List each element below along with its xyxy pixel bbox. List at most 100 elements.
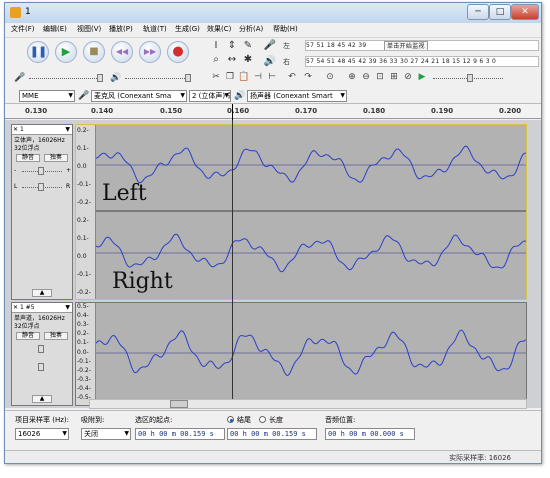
play-at-speed-icon[interactable]: ▶ xyxy=(415,70,429,84)
maximize-button[interactable]: □ xyxy=(489,4,511,20)
zoom-tool-icon[interactable]: ⌕ xyxy=(209,54,223,66)
track2-solo-button[interactable]: 独奏 xyxy=(44,332,68,340)
timeline-ruler[interactable]: 0.130 0.140 0.150 0.160 0.170 0.180 0.19… xyxy=(5,103,541,120)
fit-project-icon[interactable]: ⊞ xyxy=(387,70,401,84)
track1-solo-button[interactable]: 独奏 xyxy=(44,154,68,162)
fit-selection-icon[interactable]: ⊡ xyxy=(373,70,387,84)
audio-position-field[interactable]: 00 h 00 m 00.000 s xyxy=(325,428,415,440)
meter-scale-left: 57 51 18 45 42 39 xyxy=(306,42,367,49)
skip-to-end-button[interactable]: ▶▶ xyxy=(139,41,161,63)
record-meter[interactable]: 57 51 18 45 42 39 单击开始监视 xyxy=(305,40,539,51)
zoom-out-icon[interactable]: ⊖ xyxy=(359,70,373,84)
play-speed-slider[interactable] xyxy=(467,74,473,82)
menu-help[interactable]: 帮助(H) xyxy=(273,24,298,34)
track2-info-format: 单声道，16026Hz xyxy=(14,315,65,322)
length-radio-label: 长度 xyxy=(269,416,283,424)
audio-host-select[interactable]: MME ▼ xyxy=(19,90,75,102)
multi-tool-icon[interactable]: ✱ xyxy=(241,54,255,66)
track1-header[interactable]: ✕ 1 ▼ xyxy=(12,125,72,135)
chevron-down-icon: ▼ xyxy=(180,92,185,99)
close-button[interactable]: ✕ xyxy=(511,4,539,20)
mic-volume-track xyxy=(29,78,99,79)
status-text: 实际采样率: 16026 xyxy=(449,454,511,462)
menu-edit[interactable]: 编辑(E) xyxy=(43,24,67,34)
mic-volume-slider[interactable] xyxy=(97,74,103,82)
track1-waveform[interactable]: 0.2- 0.1- 0.0 -0.1- -0.2- 0.2- 0.1- 0.0 … xyxy=(75,124,527,300)
trim-icon[interactable]: ⊣ xyxy=(251,70,265,84)
track1-mute-button[interactable]: 静音 xyxy=(16,154,40,162)
track2-waveform[interactable]: 0.5- 0.4- 0.3- 0.2- 0.1- 0.0- -0.1- -0.2… xyxy=(75,302,527,406)
meter-click-to-monitor[interactable]: 单击开始监视 xyxy=(384,41,428,50)
play-button[interactable]: ▶ xyxy=(55,41,77,63)
playback-meter[interactable]: 57 54 51 48 45 42 39 36 33 30 27 24 21 1… xyxy=(305,56,539,67)
undo-icon[interactable]: ↶ xyxy=(285,70,299,84)
skip-to-start-button[interactable]: ◀◀ xyxy=(111,41,133,63)
length-radio[interactable] xyxy=(259,416,266,423)
menu-transport[interactable]: 播放(P) xyxy=(109,24,133,34)
track2-close-button[interactable]: ✕ xyxy=(13,304,18,311)
track1-menu-chevron-icon[interactable]: ▼ xyxy=(65,125,70,134)
track2-pan-slider[interactable] xyxy=(38,363,44,371)
input-channels-select[interactable]: 2 (立体声) 录 ▼ xyxy=(189,90,231,102)
menu-effect[interactable]: 效果(C) xyxy=(207,24,231,34)
menu-tracks[interactable]: 轨道(T) xyxy=(143,24,167,34)
menu-view[interactable]: 视图(V) xyxy=(77,24,101,34)
draw-tool-icon[interactable]: ✎ xyxy=(241,40,255,52)
track2-info-bitdepth: 32位浮点 xyxy=(14,323,40,330)
zoom-toggle-icon[interactable]: ⊘ xyxy=(401,70,415,84)
envelope-tool-icon[interactable]: ⇕ xyxy=(225,40,239,52)
track2-menu-chevron-icon[interactable]: ▼ xyxy=(65,303,70,312)
menu-file[interactable]: 文件(F) xyxy=(11,24,35,34)
stop-button[interactable]: ■ xyxy=(83,41,105,63)
sync-lock-icon[interactable]: ⊙ xyxy=(323,70,337,84)
track1-info-bitdepth: 32位浮点 xyxy=(14,145,40,152)
end-radio[interactable] xyxy=(227,416,234,423)
cut-icon[interactable]: ✂ xyxy=(209,70,223,84)
track1-gain-plus: + xyxy=(66,167,72,174)
track1-pan-slider[interactable] xyxy=(38,183,44,191)
menu-generate[interactable]: 生成(G) xyxy=(175,24,200,34)
menu-analyze[interactable]: 分析(A) xyxy=(239,24,263,34)
y-tick-label: 0.1- xyxy=(77,235,89,242)
silence-icon[interactable]: ⊢ xyxy=(265,70,279,84)
y-tick-label: -0.3- xyxy=(77,376,91,383)
y-tick-label: 0.0- xyxy=(77,349,89,356)
tick-label: 0.180 xyxy=(363,107,386,115)
title-bar[interactable]: 1 ─ □ ✕ xyxy=(5,3,541,23)
meter-scale: 57 54 51 48 45 42 39 36 33 30 27 24 21 1… xyxy=(306,58,497,65)
track1-close-button[interactable]: ✕ xyxy=(13,126,18,133)
selection-start-field[interactable]: 00 h 00 m 00.159 s xyxy=(135,428,225,440)
track2-mute-button[interactable]: 静音 xyxy=(16,332,40,340)
paste-icon[interactable]: 📋 xyxy=(237,70,251,84)
selection-tool-icon[interactable]: I xyxy=(209,40,223,52)
snap-to-select[interactable]: 关闭 ▼ xyxy=(81,428,131,440)
horizontal-scrollbar[interactable] xyxy=(89,399,527,409)
track1-pan-right: R xyxy=(66,183,71,190)
record-button[interactable]: ● xyxy=(167,41,189,63)
selection-end-field[interactable]: 00 h 00 m 00.159 s xyxy=(227,428,317,440)
track1-y-axis: 0.2- 0.1- 0.0 -0.1- -0.2- 0.2- 0.1- 0.0 … xyxy=(76,125,96,299)
project-rate-select[interactable]: 16026 ▼ xyxy=(15,428,69,440)
track1-gain-slider[interactable] xyxy=(38,167,44,175)
copy-icon[interactable]: ❐ xyxy=(223,70,237,84)
playhead-line xyxy=(232,120,233,402)
track2-collapse-button[interactable]: ▲ xyxy=(32,395,52,403)
zoom-in-icon[interactable]: ⊕ xyxy=(345,70,359,84)
minimize-button[interactable]: ─ xyxy=(467,4,489,20)
track2-gain-slider[interactable] xyxy=(38,345,44,353)
y-tick-label: -0.1- xyxy=(77,358,91,365)
input-device-select[interactable]: 麦克风 (Conexant Sma ▼ xyxy=(91,90,187,102)
redo-icon[interactable]: ↷ xyxy=(301,70,315,84)
skip-to-end-icon: ▶▶ xyxy=(143,47,157,56)
end-radio-label: 结尾 xyxy=(237,416,251,424)
track1-collapse-button[interactable]: ▲ xyxy=(32,289,52,297)
selection-start-label: 选区的起点: xyxy=(135,416,173,424)
input-device-value: 麦克风 (Conexant Sma xyxy=(94,92,172,100)
track2-header[interactable]: ✕ 1 #5 ▼ xyxy=(12,303,72,313)
speaker-volume-slider[interactable] xyxy=(185,74,191,82)
time-shift-tool-icon[interactable]: ↔ xyxy=(225,54,239,66)
output-device-select[interactable]: 扬声器 (Conexant Smart ▼ xyxy=(247,90,347,102)
window-title: 1 xyxy=(25,7,31,17)
pause-button[interactable]: ❚❚ xyxy=(27,41,49,63)
horizontal-scrollbar-thumb[interactable] xyxy=(170,400,188,408)
